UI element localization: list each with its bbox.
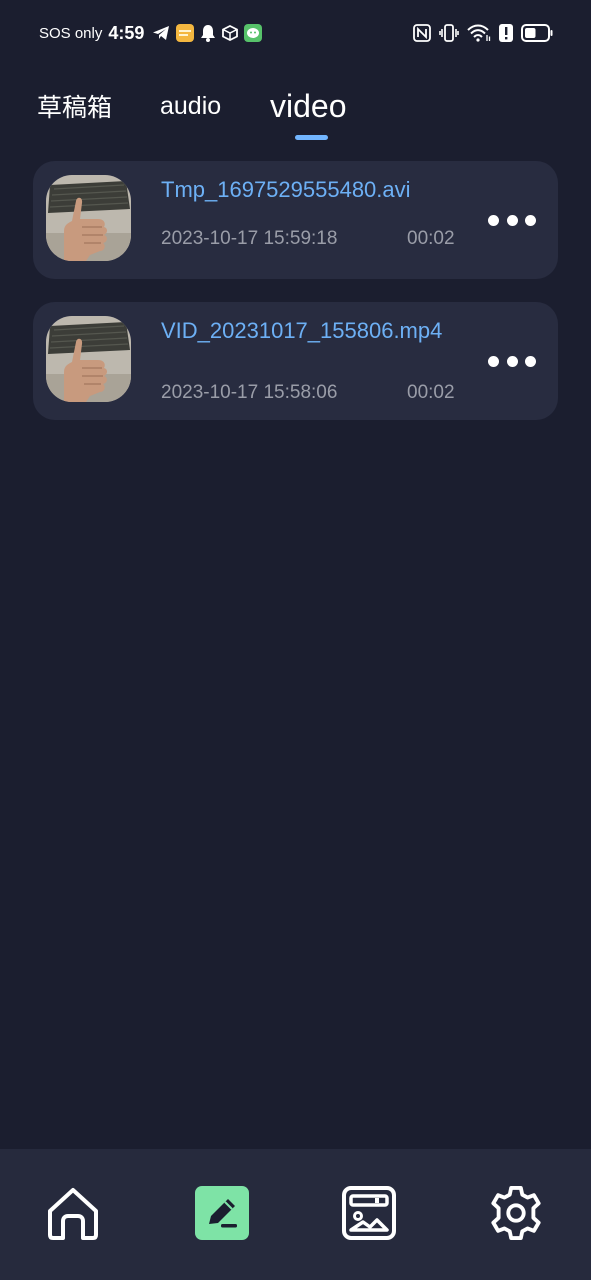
more-dot-icon	[525, 355, 536, 367]
more-options-button[interactable]	[488, 347, 536, 375]
more-dot-icon	[506, 355, 518, 367]
file-date: 2023-10-17 15:59:18	[161, 228, 338, 249]
notes-app-icon	[176, 24, 195, 42]
more-options-button[interactable]	[488, 206, 536, 234]
file-name: Tmp_1697529555480.avi	[161, 177, 411, 202]
nfc-icon	[413, 24, 431, 42]
clock-time: 4:59	[108, 22, 145, 43]
tab-bar: 草稿箱 audio video	[0, 80, 591, 150]
nav-edit-button[interactable]	[194, 1185, 250, 1241]
video-thumbnail	[46, 316, 131, 402]
box-icon	[222, 25, 239, 41]
nav-settings-button[interactable]	[488, 1185, 544, 1241]
list-item[interactable]: Tmp_1697529555480.avi 2023-10-17 15:59:1…	[33, 161, 558, 279]
tab-video[interactable]: video	[270, 80, 347, 132]
wifi-icon	[467, 24, 491, 42]
bottom-navigation	[0, 1149, 591, 1280]
nav-home-button[interactable]	[45, 1185, 101, 1241]
tab-audio[interactable]: audio	[160, 80, 221, 132]
status-bar-left: SOS only 4:59	[39, 22, 263, 44]
wechat-icon	[244, 24, 263, 42]
edit-icon	[195, 1186, 249, 1240]
gear-icon	[491, 1185, 541, 1241]
vibrate-icon	[439, 24, 459, 42]
video-file-list: Tmp_1697529555480.avi 2023-10-17 15:59:1…	[33, 161, 558, 443]
battery-icon	[521, 24, 553, 42]
home-icon	[48, 1188, 98, 1240]
list-item[interactable]: VID_20231017_155806.mp4 2023-10-17 15:58…	[33, 302, 558, 420]
file-duration: 00:02	[407, 228, 455, 249]
nav-gallery-button[interactable]	[341, 1185, 397, 1241]
video-thumbnail	[46, 175, 131, 261]
more-dot-icon	[525, 214, 536, 226]
telegram-icon	[152, 25, 170, 41]
more-dot-icon	[506, 214, 518, 226]
status-bar: SOS only 4:59	[0, 0, 591, 66]
more-dot-icon	[488, 355, 499, 367]
status-bar-right	[413, 24, 553, 42]
file-name: VID_20231017_155806.mp4	[161, 318, 443, 343]
more-dot-icon	[488, 214, 499, 226]
tab-drafts[interactable]: 草稿箱	[37, 80, 112, 132]
active-tab-indicator	[295, 135, 328, 140]
gallery-icon	[342, 1186, 396, 1240]
carrier-text: SOS only	[39, 24, 103, 42]
bell-icon	[200, 24, 216, 42]
file-duration: 00:02	[407, 382, 455, 403]
file-date: 2023-10-17 15:58:06	[161, 382, 338, 403]
alert-icon	[499, 24, 513, 42]
